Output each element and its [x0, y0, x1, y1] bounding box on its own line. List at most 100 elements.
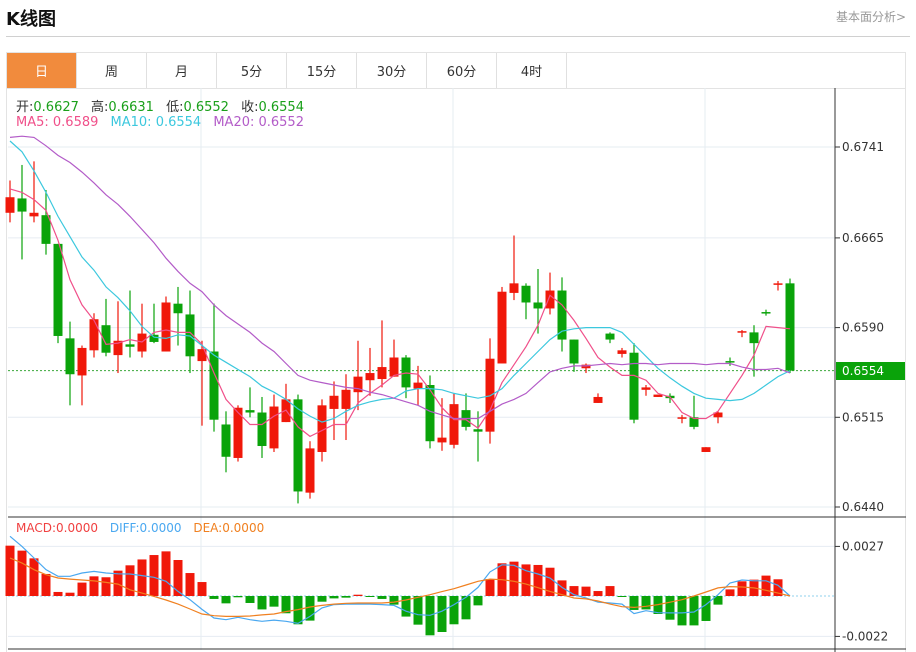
candle-down: [149, 334, 159, 342]
macd-bar-positive: [137, 559, 147, 596]
candle-up: [389, 357, 399, 377]
low-value: 0.6552: [183, 100, 229, 115]
macd-bar-positive: [185, 573, 195, 596]
macd-bar-positive: [605, 586, 615, 596]
candle-up: [701, 447, 711, 452]
candle-up: [161, 302, 171, 352]
current-price-tag: 0.6554: [836, 362, 905, 380]
candle-down: [725, 361, 735, 363]
ma5-value: MA5: 0.6589: [16, 115, 99, 130]
macd-bar-negative: [641, 596, 651, 610]
candle-up: [29, 212, 39, 217]
candle-down: [629, 352, 639, 420]
macd-bar-positive: [29, 558, 39, 596]
macd-bar-positive: [161, 551, 171, 596]
candle-up: [497, 291, 507, 364]
candle-down: [293, 399, 303, 492]
candle-up: [377, 367, 387, 380]
open-label: 开:: [16, 100, 34, 115]
ohlc-info: 开:0.6627 高:0.6631 低:0.6552 收:0.6554: [16, 96, 312, 115]
macd-bar-negative: [341, 596, 351, 598]
candle-down: [125, 344, 135, 347]
candle-down: [17, 198, 27, 212]
high-value: 0.6631: [108, 100, 154, 115]
macd-bar-negative: [701, 596, 711, 621]
candle-down: [785, 283, 795, 371]
macd-bar-negative: [269, 596, 279, 607]
macd-bar-positive: [17, 550, 27, 596]
dea-value: DEA:0.0000: [193, 521, 265, 535]
macd-info: MACD:0.0000 DIFF:0.0000 DEA:0.0000: [16, 521, 272, 535]
candle-down: [245, 410, 255, 413]
macd-bar-positive: [77, 582, 87, 596]
open-value: 0.6627: [33, 100, 79, 115]
candle-down: [533, 302, 543, 309]
macd-bar-negative: [473, 596, 483, 606]
ma10-line: [9, 140, 791, 423]
macd-bar-positive: [41, 573, 51, 596]
macd-bar-positive: [125, 565, 135, 596]
diff-value: DIFF:0.0000: [109, 521, 182, 535]
candle-up: [617, 350, 627, 354]
candle-up: [341, 389, 351, 409]
macd-bar-positive: [533, 564, 543, 596]
macd-bar-positive: [89, 576, 99, 596]
candle-up: [677, 417, 687, 419]
macd-bar-negative: [365, 596, 375, 597]
macd-bar-positive: [581, 586, 591, 596]
macd-value: MACD:0.0000: [16, 521, 99, 535]
candle-up: [545, 290, 555, 309]
price-tick-label: 0.6665: [842, 231, 884, 245]
candle-up: [89, 319, 99, 351]
candle-down: [173, 303, 183, 314]
candle-up: [509, 283, 519, 293]
candle-down: [557, 290, 567, 340]
price-tick-label: 0.6440: [842, 500, 884, 514]
candle-down: [569, 339, 579, 364]
macd-bar-negative: [257, 596, 267, 610]
macd-tick-label: -0.0022: [842, 629, 888, 643]
candle-up: [413, 382, 423, 389]
macd-bar-positive: [485, 579, 495, 596]
macd-bar-positive: [593, 591, 603, 596]
macd-bar-positive: [65, 592, 75, 596]
price-tick-label: 0.6515: [842, 410, 884, 424]
candle-down: [209, 351, 219, 420]
macd-bar-positive: [725, 589, 735, 596]
candle-down: [65, 338, 75, 375]
candle-down: [53, 243, 63, 336]
macd-bar-negative: [329, 596, 339, 599]
macd-bar-positive: [149, 555, 159, 596]
macd-bar-negative: [437, 596, 447, 632]
candle-down: [521, 285, 531, 303]
candle-up: [593, 396, 603, 403]
macd-bar-positive: [173, 560, 183, 596]
macd-bar-negative: [233, 596, 243, 598]
candle-up: [77, 347, 87, 376]
candle-up: [365, 373, 375, 381]
candle-down: [221, 424, 231, 457]
macd-bar-negative: [413, 596, 423, 625]
macd-bar-negative: [389, 596, 399, 605]
ma20-line: [9, 135, 791, 420]
candle-up: [5, 197, 15, 213]
macd-bar-negative: [449, 596, 459, 625]
ma10-value: MA10: 0.6554: [110, 115, 202, 130]
ma-info: MA5: 0.6589 MA10: 0.6554 MA20: 0.6552: [16, 115, 312, 130]
candle-up: [329, 395, 339, 409]
high-label: 高:: [91, 100, 109, 115]
macd-bar-negative: [245, 596, 255, 603]
ma20-value: MA20: 0.6552: [213, 115, 304, 130]
candle-down: [605, 333, 615, 340]
ma5-line: [9, 188, 791, 438]
macd-bar-positive: [761, 575, 771, 596]
macd-bar-positive: [197, 582, 207, 596]
candle-up: [737, 331, 747, 333]
macd-bar-negative: [209, 596, 219, 599]
close-value: 0.6554: [258, 100, 304, 115]
candle-up: [449, 404, 459, 445]
price-tick-label: 0.6590: [842, 321, 884, 335]
candle-down: [749, 332, 759, 344]
candle-up: [269, 406, 279, 449]
candle-up: [305, 448, 315, 493]
